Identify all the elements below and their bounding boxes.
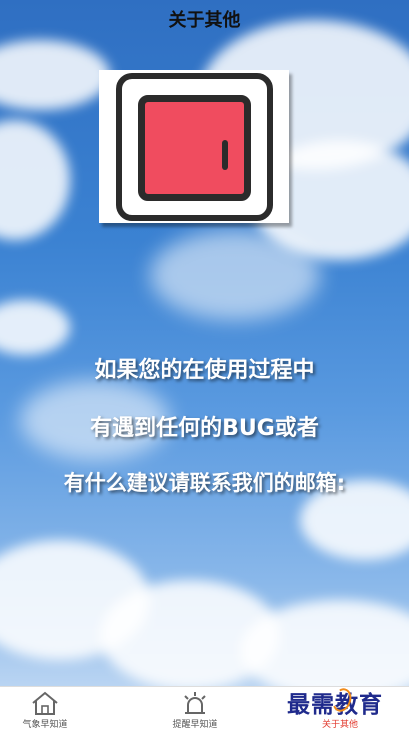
home-icon	[32, 691, 58, 715]
cloud	[0, 300, 70, 355]
app-logo-card	[99, 70, 289, 223]
message-line-1: 如果您的在使用过程中	[94, 358, 315, 383]
alarm-light-icon	[184, 692, 206, 714]
tab-reminder-label: 提醒早知道	[172, 720, 218, 730]
door-handle	[222, 140, 228, 170]
message-line-3: 有什么建议请联系我们的邮箱:	[63, 471, 346, 495]
message-line-2: 有遇到任何的BUG或者	[90, 416, 319, 441]
door-panel	[138, 95, 251, 201]
tab-reminder[interactable]: 提醒早知道	[150, 687, 240, 731]
cloud	[0, 120, 70, 240]
tab-weather[interactable]: 气象早知道	[0, 687, 90, 731]
cloud	[0, 40, 110, 110]
page-title: 关于其他	[168, 10, 241, 31]
door-icon	[116, 73, 273, 221]
tab-weather-label: 气象早知道	[22, 720, 68, 730]
cloud	[150, 230, 320, 320]
